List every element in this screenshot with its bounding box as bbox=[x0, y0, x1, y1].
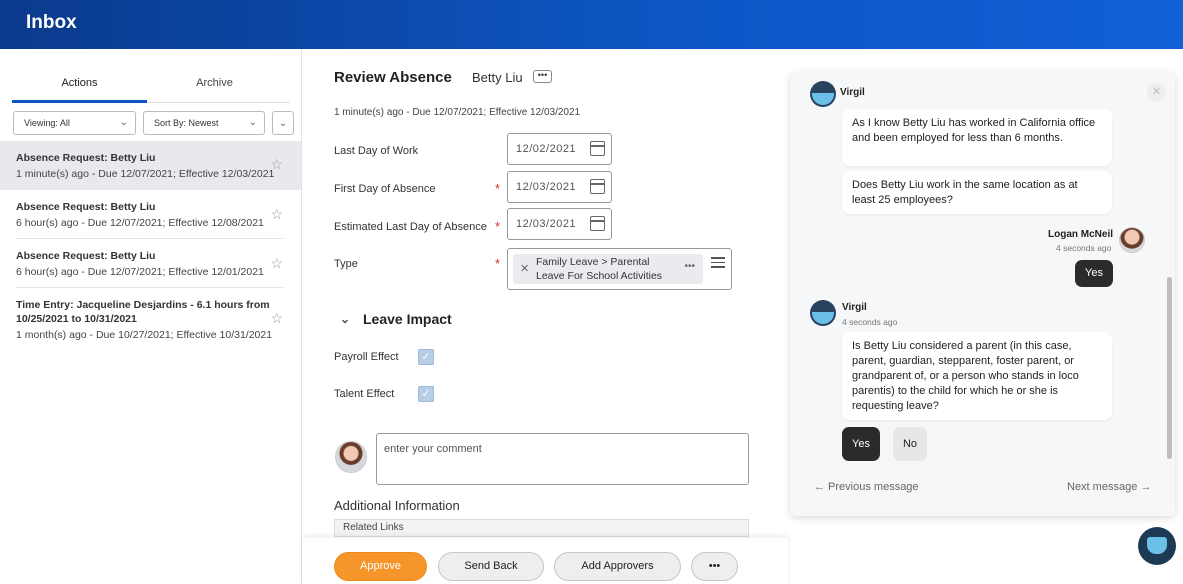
user-message: Yes bbox=[1075, 260, 1113, 287]
approve-button[interactable]: Approve bbox=[334, 552, 427, 581]
type-pill[interactable]: ✕ Family Leave > Parental Leave For Scho… bbox=[513, 254, 703, 284]
type-field[interactable]: ✕ Family Leave > Parental Leave For Scho… bbox=[507, 248, 732, 290]
first-day-date-field[interactable]: 12/03/2021 bbox=[507, 171, 612, 203]
chat-message: Is Betty Liu considered a parent (in thi… bbox=[842, 332, 1112, 420]
last-day-value: 12/02/2021 bbox=[516, 143, 577, 155]
review-title: Review Absence bbox=[334, 69, 452, 86]
est-last-day-date-field[interactable]: 12/03/2021 bbox=[507, 208, 612, 240]
chevron-down-icon: ⌄ bbox=[340, 312, 351, 326]
calendar-icon[interactable] bbox=[590, 179, 605, 194]
reply-yes-button[interactable]: Yes bbox=[842, 427, 880, 461]
item-meta: 6 hour(s) ago - Due 12/07/2021; Effectiv… bbox=[16, 217, 264, 229]
type-label: Type bbox=[334, 258, 358, 270]
chat-scrollbar[interactable] bbox=[1167, 277, 1172, 459]
tab-actions[interactable]: Actions bbox=[12, 67, 147, 103]
employee-name[interactable]: Betty Liu bbox=[472, 70, 523, 85]
star-icon[interactable]: ☆ bbox=[270, 255, 283, 272]
next-message-link[interactable]: Next message → bbox=[1067, 481, 1151, 493]
inbox-list: Absence Request: Betty Liu 1 minute(s) a… bbox=[0, 141, 301, 352]
related-links-header[interactable]: Related Links bbox=[334, 519, 749, 537]
chevron-down-icon: ⌄ bbox=[119, 117, 128, 128]
last-day-label: Last Day of Work bbox=[334, 145, 419, 157]
payroll-effect-label: Payroll Effect bbox=[334, 351, 399, 363]
item-meta: 6 hour(s) ago - Due 12/07/2021; Effectiv… bbox=[16, 266, 264, 278]
calendar-icon[interactable] bbox=[590, 216, 605, 231]
list-item[interactable]: Absence Request: Betty Liu 6 hour(s) ago… bbox=[0, 190, 301, 239]
reply-no-button[interactable]: No bbox=[893, 427, 927, 461]
list-icon[interactable] bbox=[711, 257, 725, 269]
avatar bbox=[335, 441, 367, 473]
chat-message: As I know Betty Liu has worked in Califo… bbox=[842, 109, 1112, 166]
payroll-effect-checkbox[interactable]: ✓ bbox=[418, 349, 434, 365]
user-name: Logan McNeil bbox=[1048, 229, 1114, 240]
bot-avatar bbox=[810, 81, 836, 107]
talent-effect-label: Talent Effect bbox=[334, 388, 395, 400]
comment-input[interactable]: enter your comment bbox=[376, 433, 749, 485]
required-asterisk: * bbox=[495, 256, 501, 271]
more-actions-button[interactable]: ••• bbox=[691, 552, 738, 581]
sort-select-label: Sort By: Newest bbox=[154, 118, 219, 128]
chevron-down-icon: ⌄ bbox=[248, 117, 257, 128]
leave-impact-section[interactable]: ⌄ Leave Impact bbox=[340, 311, 452, 327]
more-icon[interactable]: ••• bbox=[684, 260, 695, 274]
type-value-line-1: Family Leave > Parental bbox=[536, 256, 650, 268]
user-avatar bbox=[1119, 227, 1145, 253]
review-subtitle: 1 minute(s) ago - Due 12/07/2021; Effect… bbox=[334, 107, 581, 118]
required-asterisk: * bbox=[495, 219, 501, 234]
page-title: Inbox bbox=[26, 12, 77, 33]
est-last-day-value: 12/03/2021 bbox=[516, 218, 577, 230]
add-approvers-button[interactable]: Add Approvers bbox=[554, 552, 681, 581]
user-message-time: 4 seconds ago bbox=[1056, 243, 1112, 253]
action-bar: Approve Send Back Add Approvers ••• bbox=[302, 538, 788, 584]
send-back-button[interactable]: Send Back bbox=[438, 552, 544, 581]
filter-expand-button[interactable]: ⌄ bbox=[272, 111, 294, 135]
viewing-select[interactable]: Viewing: All ⌄ bbox=[13, 111, 136, 135]
list-item[interactable]: Time Entry: Jacqueline Desjardins - 6.1 … bbox=[0, 288, 301, 352]
related-actions-button[interactable]: ••• bbox=[533, 70, 552, 83]
leave-impact-title: Leave Impact bbox=[363, 311, 452, 327]
star-icon[interactable]: ☆ bbox=[270, 310, 283, 327]
item-meta: 1 month(s) ago - Due 10/27/2021; Effecti… bbox=[16, 329, 273, 341]
chat-launcher-button[interactable] bbox=[1138, 527, 1176, 565]
list-item[interactable]: Absence Request: Betty Liu 1 minute(s) a… bbox=[0, 141, 301, 190]
item-meta: 1 minute(s) ago - Due 12/07/2021; Effect… bbox=[16, 168, 275, 180]
additional-info-heading: Additional Information bbox=[334, 498, 460, 513]
inbox-tabs: Actions Archive bbox=[12, 67, 290, 103]
first-day-label: First Day of Absence bbox=[334, 183, 436, 195]
review-panel: Review Absence Betty Liu ••• 1 minute(s)… bbox=[302, 49, 788, 584]
top-bar: Inbox bbox=[0, 0, 1183, 49]
last-day-date-field[interactable]: 12/02/2021 bbox=[507, 133, 612, 165]
tab-archive[interactable]: Archive bbox=[147, 67, 282, 103]
inbox-filters: Viewing: All ⌄ Sort By: Newest ⌄ ⌄ bbox=[13, 111, 294, 135]
chevron-down-icon: ⌄ bbox=[278, 118, 288, 129]
remove-icon[interactable]: ✕ bbox=[520, 262, 529, 276]
first-day-value: 12/03/2021 bbox=[516, 181, 577, 193]
est-last-day-label: Estimated Last Day of Absence bbox=[334, 221, 487, 233]
talent-effect-checkbox[interactable]: ✓ bbox=[418, 386, 434, 402]
inbox-panel: Actions Archive Viewing: All ⌄ Sort By: … bbox=[0, 49, 302, 584]
close-icon[interactable]: ✕ bbox=[1147, 83, 1166, 102]
star-icon[interactable]: ☆ bbox=[270, 156, 283, 173]
chat-panel: Virgil ✕ As I know Betty Liu has worked … bbox=[790, 72, 1175, 516]
required-asterisk: * bbox=[495, 181, 501, 196]
viewing-select-label: Viewing: All bbox=[24, 118, 70, 128]
item-title: Absence Request: Betty Liu bbox=[16, 152, 156, 164]
chat-message: Does Betty Liu work in the same location… bbox=[842, 171, 1112, 214]
item-title: Absence Request: Betty Liu bbox=[16, 201, 156, 213]
item-title: Time Entry: Jacqueline Desjardins - 6.1 … bbox=[16, 299, 270, 325]
sort-select[interactable]: Sort By: Newest ⌄ bbox=[143, 111, 265, 135]
type-value-line-2: Leave For School Activities bbox=[536, 270, 663, 282]
list-item[interactable]: Absence Request: Betty Liu 6 hour(s) ago… bbox=[0, 239, 301, 288]
bot-message-time: 4 seconds ago bbox=[842, 317, 898, 327]
bot-name: Virgil bbox=[842, 302, 867, 313]
previous-message-link[interactable]: ← Previous message bbox=[814, 481, 919, 493]
star-icon[interactable]: ☆ bbox=[270, 206, 283, 223]
item-title: Absence Request: Betty Liu bbox=[16, 250, 156, 262]
bot-avatar bbox=[810, 300, 836, 326]
bot-name: Virgil bbox=[840, 87, 865, 98]
calendar-icon[interactable] bbox=[590, 141, 605, 156]
